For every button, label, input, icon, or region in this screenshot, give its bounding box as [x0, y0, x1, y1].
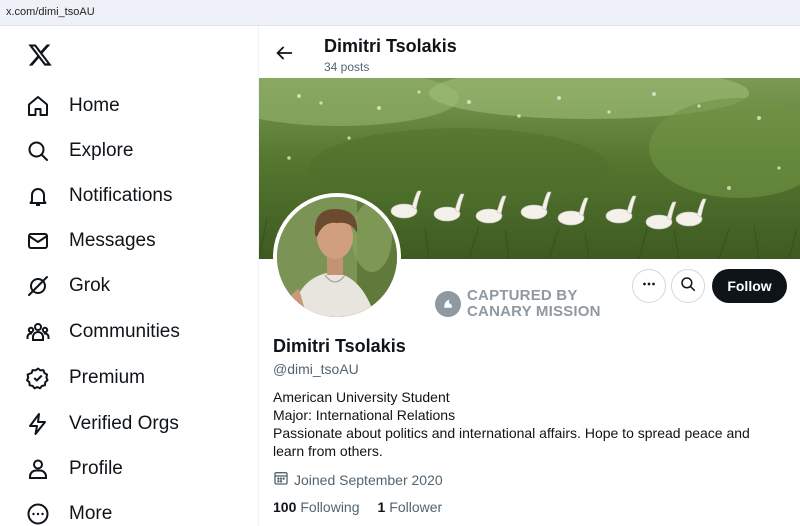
profile-name: Dimitri Tsolakis — [273, 336, 406, 356]
sidebar: Home Explore Notifications Messages Grok… — [0, 26, 258, 526]
following-label: Following — [300, 499, 360, 515]
sidebar-item-label: Verified Orgs — [69, 413, 179, 434]
header-post-count: 34 posts — [324, 60, 370, 74]
profile-avatar[interactable] — [273, 193, 401, 321]
bell-icon — [24, 182, 52, 210]
profile-bio: American University Student Major: Inter… — [273, 388, 783, 460]
sidebar-item-premium[interactable]: Premium — [24, 358, 244, 398]
sidebar-item-grok[interactable]: Grok — [24, 266, 244, 306]
followers-count: 1 — [377, 499, 386, 515]
sidebar-item-label: Notifications — [69, 185, 173, 206]
verified-badge-icon — [24, 364, 52, 392]
sidebar-item-messages[interactable]: Messages — [24, 221, 244, 261]
grok-icon — [24, 272, 52, 300]
sidebar-item-communities[interactable]: Communities — [24, 312, 244, 352]
sidebar-item-label: Profile — [69, 458, 123, 479]
joined-date: Joined September 2020 — [273, 470, 443, 489]
people-icon — [24, 318, 52, 346]
sidebar-item-label: Home — [69, 95, 120, 116]
x-logo-icon[interactable] — [27, 42, 53, 68]
joined-text: Joined September 2020 — [294, 471, 443, 488]
ellipsis-icon — [640, 275, 658, 298]
canary-mission-logo-icon — [435, 291, 461, 317]
sidebar-item-label: Communities — [69, 321, 180, 342]
follow-button[interactable]: Follow — [712, 269, 787, 303]
sidebar-item-label: Grok — [69, 275, 111, 296]
sidebar-item-label: Explore — [69, 140, 134, 161]
sidebar-item-explore[interactable]: Explore — [24, 131, 244, 171]
url-text: x.com/dimi_tsoAU — [6, 6, 95, 18]
followers-link[interactable]: 1 Follower — [378, 499, 443, 515]
more-options-button[interactable] — [632, 269, 666, 303]
header-profile-name: Dimitri Tsolakis — [324, 36, 457, 56]
sidebar-item-verified-orgs[interactable]: Verified Orgs — [24, 404, 244, 444]
watermark: CAPTURED BY CANARY MISSION — [435, 288, 601, 320]
following-count: 100 — [273, 499, 297, 515]
search-icon — [679, 275, 697, 298]
sidebar-item-profile[interactable]: Profile — [24, 449, 244, 489]
bio-line: American University Student — [273, 389, 450, 405]
watermark-line-2: CANARY MISSION — [467, 303, 601, 320]
following-link[interactable]: 100 Following — [273, 499, 360, 515]
bio-line: Major: International Relations — [273, 407, 456, 423]
lightning-icon — [24, 410, 52, 438]
sidebar-item-notifications[interactable]: Notifications — [24, 176, 244, 216]
sidebar-item-label: Premium — [69, 367, 146, 388]
search-profile-button[interactable] — [671, 269, 705, 303]
more-circle-icon — [24, 500, 52, 526]
profile-handle: @dimi_tsoAU — [273, 361, 359, 377]
sidebar-item-home[interactable]: Home — [24, 86, 244, 126]
home-icon — [24, 92, 52, 120]
browser-address-bar[interactable]: x.com/dimi_tsoAU — [0, 0, 800, 26]
sidebar-item-more[interactable]: More — [24, 494, 244, 526]
follow-stats: 100 Following 1 Follower — [273, 499, 460, 515]
bio-line: Passionate about politics and internatio… — [273, 425, 750, 459]
sidebar-item-label: More — [69, 503, 113, 524]
back-arrow-icon[interactable] — [273, 42, 295, 64]
watermark-line-1: CAPTURED BY — [467, 287, 578, 304]
followers-label: Follower — [389, 499, 443, 515]
envelope-icon — [24, 227, 52, 255]
sidebar-item-label: Messages — [69, 230, 156, 251]
search-icon — [24, 137, 52, 165]
user-icon — [24, 455, 52, 483]
profile-column: Dimitri Tsolakis 34 posts CAPTURED BY CA… — [259, 26, 800, 526]
calendar-icon — [273, 470, 294, 489]
